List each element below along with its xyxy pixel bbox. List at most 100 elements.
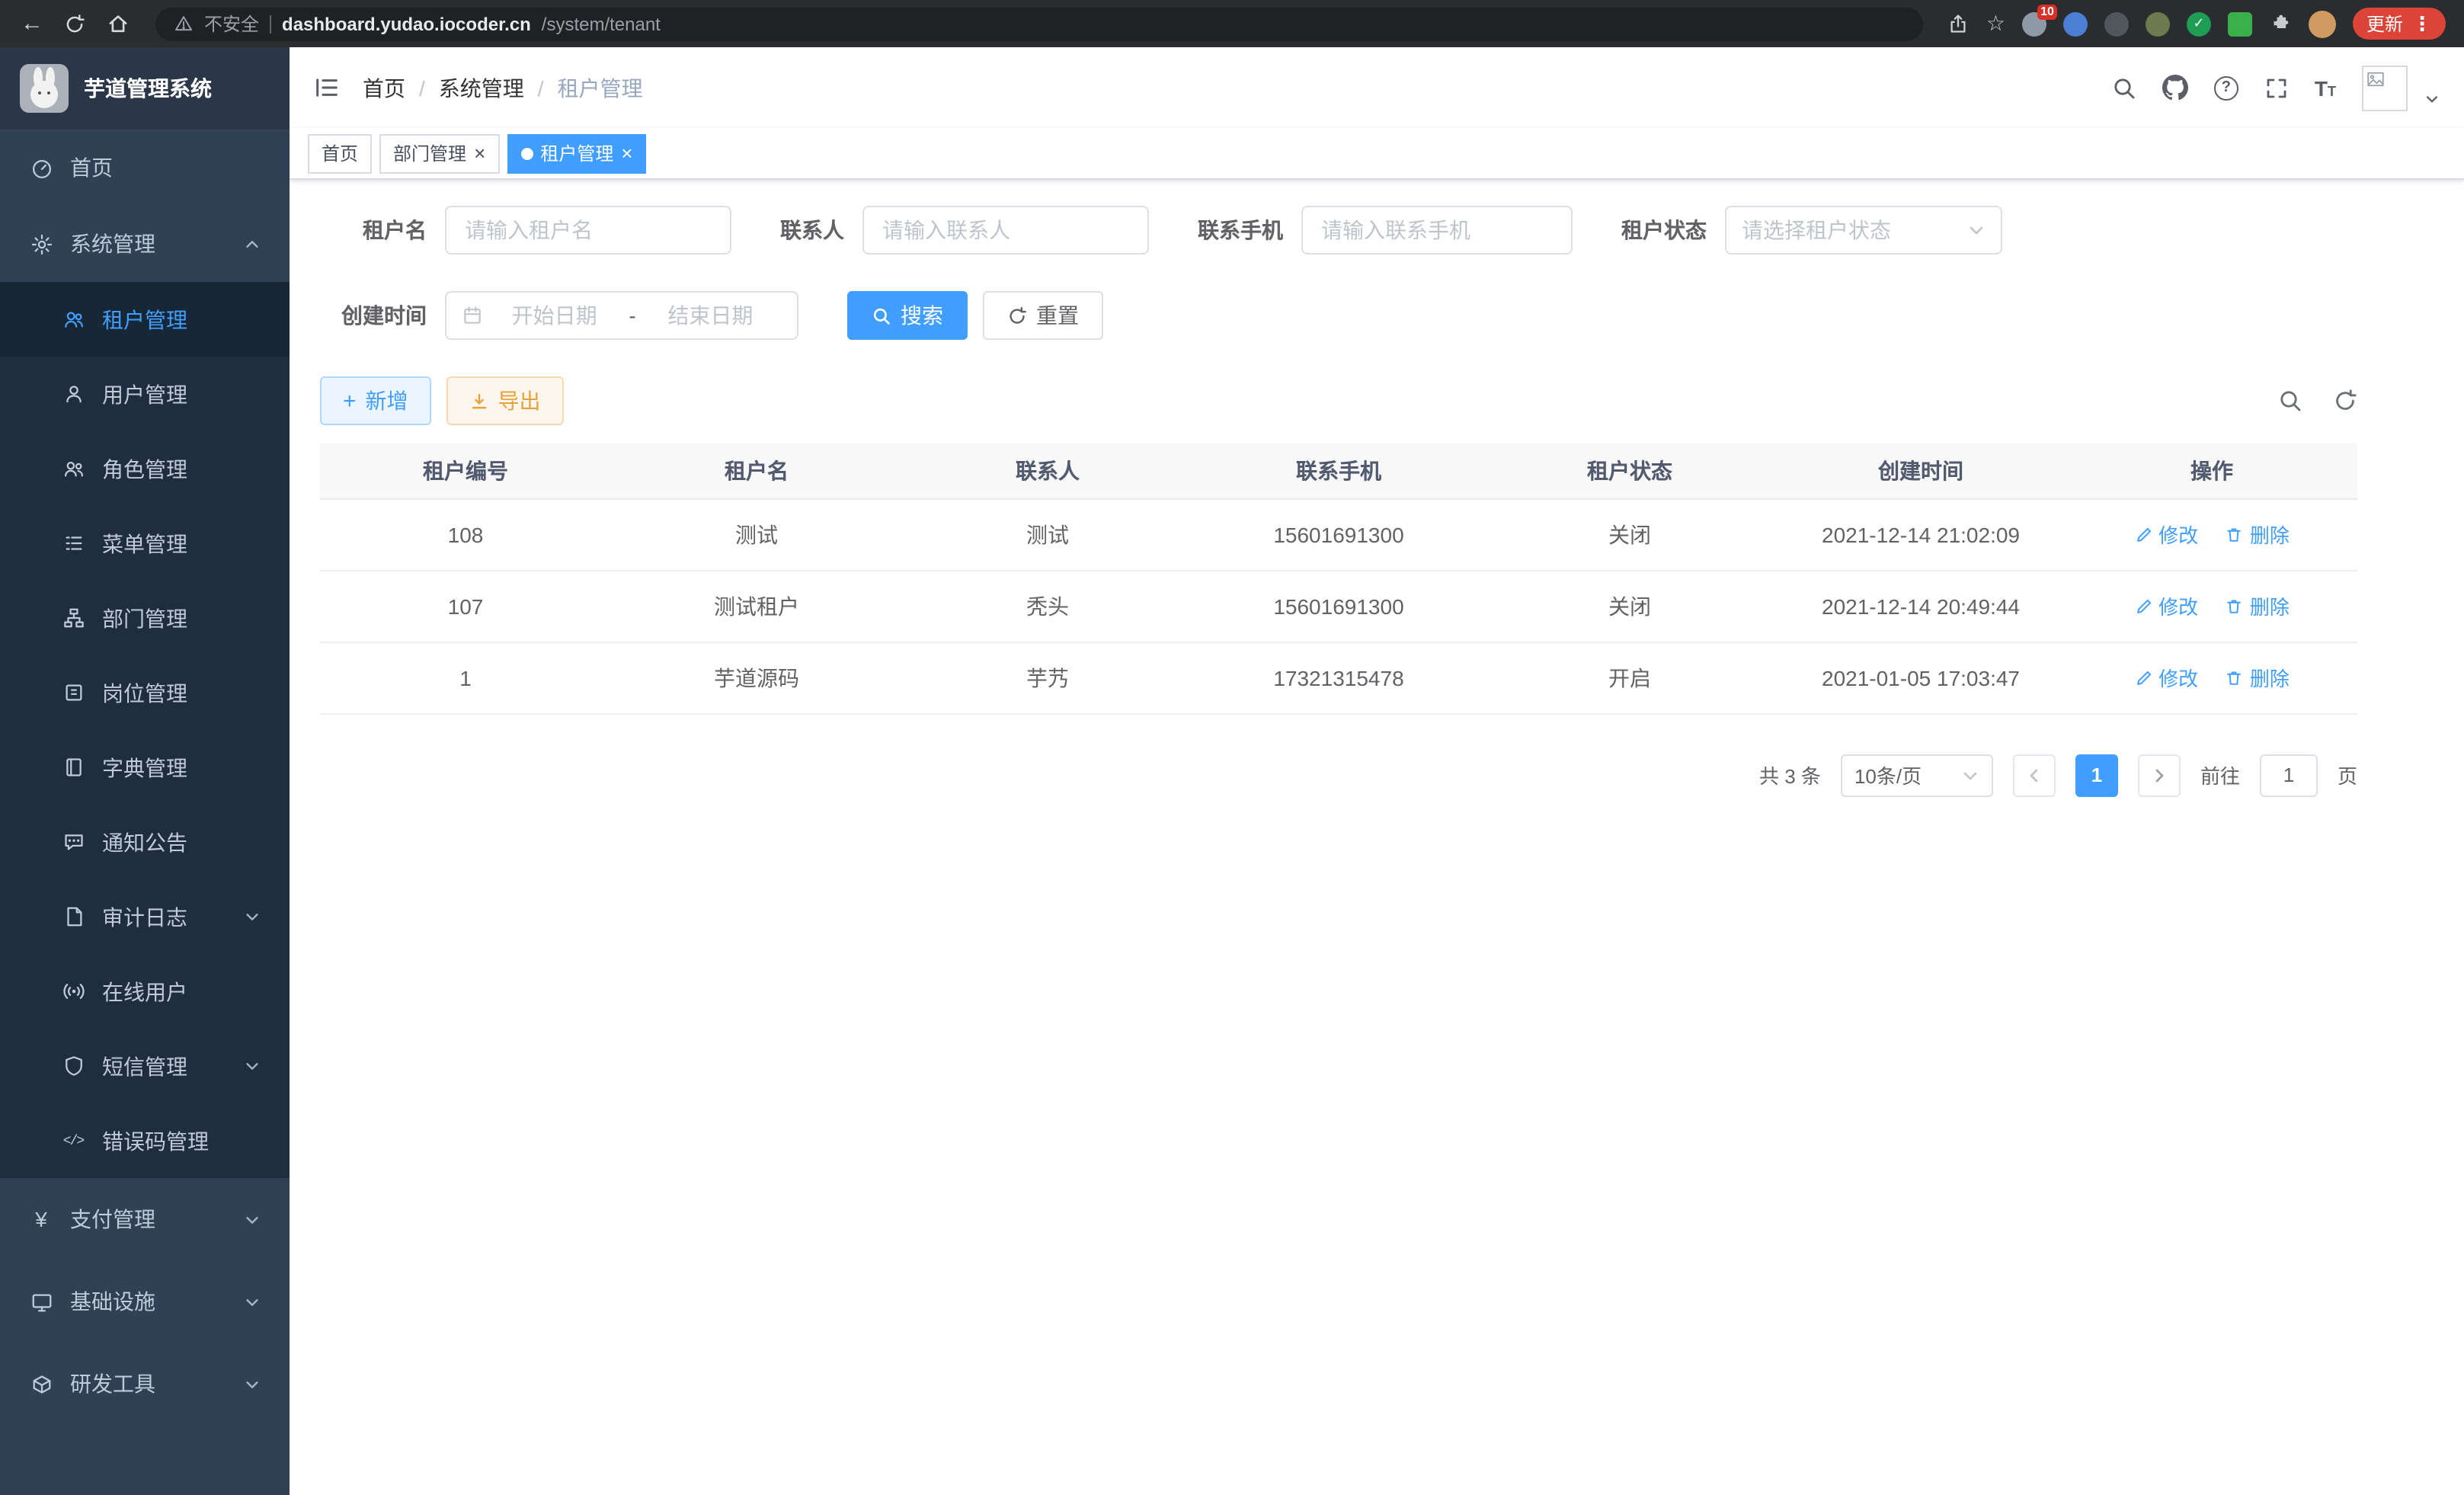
address-bar[interactable]: 不安全 dashboard.yudao.iocoder.cn/system/te…	[155, 7, 1924, 40]
calendar-icon	[462, 305, 483, 326]
extension-icon-4[interactable]	[2146, 11, 2170, 36]
sidebar-label-menu: 菜单管理	[102, 528, 187, 559]
col-status: 租户状态	[1484, 443, 1775, 498]
org-tree-icon	[61, 607, 85, 629]
cell-tenant-id: 107	[320, 570, 611, 642]
sidebar-label-system: 系统管理	[70, 229, 155, 259]
sidebar-item-online-user[interactable]: 在线用户	[0, 954, 290, 1029]
hamburger-icon	[314, 75, 340, 101]
tab-dept[interactable]: 部门管理 ×	[379, 133, 499, 173]
toggle-search-button[interactable]	[2278, 389, 2302, 413]
font-size-button[interactable]: TT	[2315, 75, 2336, 100]
delete-link[interactable]: 删除	[2226, 591, 2290, 620]
table-header-row: 租户编号 租户名 联系人 联系手机 租户状态 创建时间 操作	[320, 443, 2357, 498]
home-icon	[106, 12, 129, 35]
tab-label: 部门管理	[393, 140, 466, 166]
goto-page-input[interactable]	[2260, 754, 2318, 796]
logo-avatar	[20, 64, 69, 113]
sidebar-item-infra[interactable]: 基础设施	[0, 1260, 290, 1343]
create-time-range-picker[interactable]: 开始日期 - 结束日期	[445, 291, 798, 340]
reset-label: 重置	[1036, 300, 1079, 331]
browser-update-button[interactable]: 更新 ⋮	[2353, 8, 2446, 40]
app-shell: 芋道管理系统 首页 系统管理 租户管理	[0, 47, 2464, 1495]
edit-link[interactable]: 修改	[2134, 591, 2198, 620]
dashboard-icon	[29, 156, 53, 179]
tab-close-icon[interactable]: ×	[621, 143, 632, 163]
cell-created: 2021-12-14 21:02:09	[1775, 498, 2066, 570]
tenant-status-select[interactable]: 请选择租户状态	[1725, 206, 2002, 255]
url-path: /system/tenant	[542, 13, 661, 34]
contact-label: 联系人	[780, 215, 844, 245]
sidebar-label-tenant: 租户管理	[102, 304, 187, 335]
chevron-down-icon	[244, 1211, 261, 1228]
contact-input[interactable]	[862, 206, 1149, 255]
share-button[interactable]	[1948, 13, 1970, 34]
sidebar-label-pay: 支付管理	[70, 1204, 155, 1234]
edit-link[interactable]: 修改	[2134, 520, 2198, 549]
cell-tenant-id: 1	[320, 642, 611, 713]
broadcast-icon	[61, 980, 85, 1003]
mobile-input[interactable]	[1301, 206, 1573, 255]
browser-refresh-button[interactable]	[55, 5, 94, 42]
breadcrumb-system[interactable]: 系统管理	[439, 72, 524, 103]
current-page-button[interactable]: 1	[2075, 754, 2118, 796]
tab-home[interactable]: 首页	[308, 133, 372, 173]
sidebar-item-notice[interactable]: 通知公告	[0, 805, 290, 879]
sidebar-item-tenant[interactable]: 租户管理	[0, 282, 290, 357]
help-button[interactable]: ?	[2214, 75, 2238, 100]
sidebar-item-dept[interactable]: 部门管理	[0, 581, 290, 655]
sidebar-fold-button[interactable]	[314, 75, 340, 101]
sidebar-item-system[interactable]: 系统管理	[0, 206, 290, 282]
page-size-select[interactable]: 10条/页	[1841, 754, 1993, 796]
system-submenu: 租户管理 用户管理 角色管理 菜单管理	[0, 282, 290, 1178]
chevron-down-icon	[244, 1375, 261, 1392]
sidebar-item-errcode[interactable]: </> 错误码管理	[0, 1103, 290, 1178]
add-button[interactable]: + 新增	[320, 376, 431, 425]
github-button[interactable]	[2162, 75, 2188, 101]
sidebar-item-post[interactable]: 岗位管理	[0, 655, 290, 730]
sidebar-item-dict[interactable]: 字典管理	[0, 730, 290, 805]
edit-link[interactable]: 修改	[2134, 663, 2198, 692]
fullscreen-button[interactable]	[2264, 75, 2289, 100]
sidebar-item-role[interactable]: 角色管理	[0, 431, 290, 506]
sidebar-item-pay[interactable]: ¥ 支付管理	[0, 1178, 290, 1260]
delete-link[interactable]: 删除	[2226, 520, 2290, 549]
sidebar-item-menu[interactable]: 菜单管理	[0, 506, 290, 581]
refresh-icon	[2333, 389, 2357, 413]
sidebar-item-user[interactable]: 用户管理	[0, 357, 290, 431]
browser-back-button[interactable]: ←	[12, 5, 52, 42]
reset-button[interactable]: 重置	[983, 291, 1103, 340]
sidebar-item-sms[interactable]: 短信管理	[0, 1029, 290, 1103]
sidebar-item-audit-log[interactable]: 审计日志	[0, 879, 290, 954]
profile-avatar[interactable]	[2309, 10, 2336, 37]
tab-tenant[interactable]: 租户管理 ×	[507, 133, 646, 173]
app-logo[interactable]: 芋道管理系统	[0, 47, 290, 130]
badge-icon	[61, 681, 85, 704]
extension-icon-6[interactable]	[2228, 11, 2252, 36]
sidebar-item-devtools[interactable]: 研发工具	[0, 1343, 290, 1425]
question-icon: ?	[2222, 79, 2231, 96]
next-page-button[interactable]	[2138, 754, 2181, 796]
tab-close-icon[interactable]: ×	[474, 143, 485, 163]
browser-home-button[interactable]	[98, 5, 137, 42]
sidebar-label-online-user: 在线用户	[102, 976, 187, 1007]
prev-page-button[interactable]	[2013, 754, 2056, 796]
tenant-name-input[interactable]	[445, 206, 731, 255]
user-avatar[interactable]	[2362, 65, 2408, 110]
delete-link[interactable]: 删除	[2226, 663, 2290, 692]
bookmark-star-button[interactable]: ☆	[1986, 11, 2005, 37]
search-button[interactable]: 搜索	[847, 291, 968, 340]
extension-icon-3[interactable]	[2104, 11, 2129, 36]
refresh-table-button[interactable]	[2333, 389, 2357, 413]
breadcrumb-home[interactable]: 首页	[363, 72, 405, 103]
header-search-button[interactable]	[2112, 75, 2136, 100]
extension-icon-5[interactable]: ✓	[2187, 11, 2211, 36]
export-button[interactable]: 导出	[446, 376, 564, 425]
col-actions: 操作	[2066, 443, 2357, 498]
avatar-caret-icon[interactable]	[2424, 91, 2440, 106]
extension-icon-1[interactable]: 10	[2022, 11, 2046, 36]
extension-icon-2[interactable]	[2063, 11, 2088, 36]
extensions-menu-button[interactable]	[2269, 12, 2292, 35]
sidebar-item-home[interactable]: 首页	[0, 130, 290, 206]
app-title: 芋道管理系统	[84, 73, 212, 104]
